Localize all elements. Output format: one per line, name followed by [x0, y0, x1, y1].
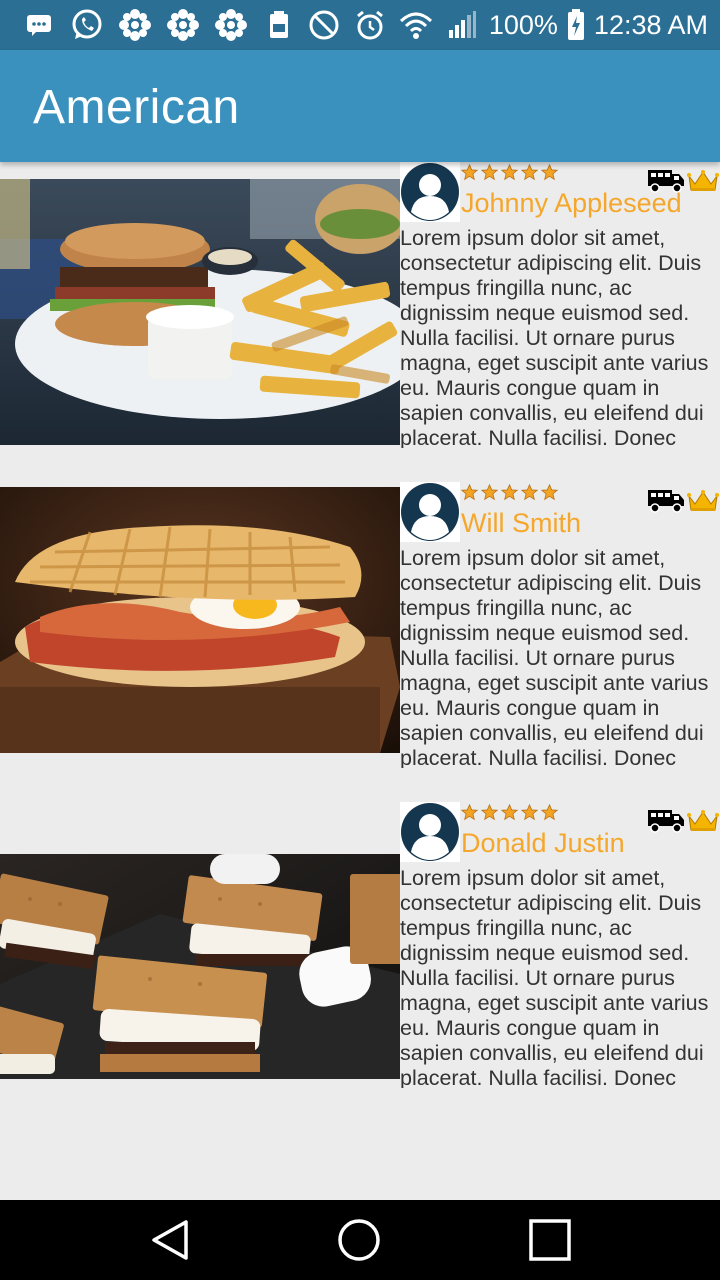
- do-not-disturb-icon: [305, 6, 343, 44]
- rating-stars: [461, 804, 558, 821]
- delivery-truck-icon: [648, 490, 684, 513]
- food-image-burger: [0, 179, 400, 445]
- star-icon: [481, 804, 498, 821]
- status-bar: 100% 12:38 AM: [0, 0, 720, 50]
- star-icon: [461, 164, 478, 181]
- star-icon: [481, 164, 498, 181]
- alarm-icon: [351, 6, 389, 44]
- system-indicators: 100% 12:38 AM: [305, 0, 708, 50]
- signal-icon: [443, 6, 481, 44]
- star-icon: [541, 164, 558, 181]
- back-button[interactable]: [146, 1216, 194, 1264]
- cbc-icon: [212, 6, 250, 44]
- page-title: American: [33, 81, 240, 134]
- star-icon: [541, 804, 558, 821]
- item-description: Lorem ipsum dolor sit amet, consectetur …: [400, 546, 709, 768]
- list-item[interactable]: Will Smith Lorem ipsum dolor sit amet, c…: [0, 482, 720, 768]
- avatar: [400, 162, 460, 222]
- restaurant-list[interactable]: Johnny Appleseed Lorem ipsum dolor sit a…: [0, 162, 720, 1200]
- avatar: [400, 802, 460, 862]
- star-icon: [521, 484, 538, 501]
- food-image-waffle: [0, 487, 400, 753]
- recents-icon: [529, 1219, 571, 1261]
- recents-button[interactable]: [526, 1216, 574, 1264]
- whatsapp-icon: [68, 6, 106, 44]
- star-icon: [521, 164, 538, 181]
- home-button[interactable]: [335, 1216, 383, 1264]
- cbc-icon: [164, 6, 202, 44]
- star-icon: [501, 804, 518, 821]
- item-name: Will Smith: [461, 508, 581, 538]
- item-description: Lorem ipsum dolor sit amet, consectetur …: [400, 226, 709, 448]
- app-bar: American: [0, 50, 720, 162]
- delivery-truck-icon: [648, 810, 684, 833]
- crown-icon: [687, 810, 719, 831]
- item-name: Johnny Appleseed: [461, 188, 682, 218]
- home-icon: [338, 1219, 380, 1261]
- rating-stars: [461, 484, 558, 501]
- cbc-icon: [116, 6, 154, 44]
- star-icon: [461, 804, 478, 821]
- list-item[interactable]: Donald Justin Lorem ipsum dolor sit amet…: [0, 802, 720, 1088]
- star-icon: [501, 484, 518, 501]
- clock: 12:38 AM: [593, 9, 708, 40]
- avatar: [400, 482, 460, 542]
- wifi-icon: [397, 6, 435, 44]
- star-icon: [541, 484, 558, 501]
- message-icon: [20, 6, 58, 44]
- notification-icons: [0, 6, 298, 44]
- rating-stars: [461, 164, 558, 181]
- star-icon: [481, 484, 498, 501]
- star-icon: [461, 484, 478, 501]
- nfc-icon: [260, 6, 298, 44]
- battery-percent: 100%: [488, 9, 558, 40]
- food-image-smores: [0, 854, 400, 1079]
- crown-icon: [687, 490, 719, 511]
- list-item[interactable]: Johnny Appleseed Lorem ipsum dolor sit a…: [0, 162, 720, 448]
- star-icon: [521, 804, 538, 821]
- battery-charging-icon: [566, 6, 586, 44]
- star-icon: [501, 164, 518, 181]
- navigation-bar: [0, 1200, 720, 1280]
- crown-icon: [687, 170, 719, 191]
- screen: 100% 12:38 AM American Johnny Appleseed …: [0, 0, 720, 1280]
- item-name: Donald Justin: [461, 828, 625, 858]
- back-icon: [152, 1220, 188, 1260]
- item-description: Lorem ipsum dolor sit amet, consectetur …: [400, 866, 709, 1088]
